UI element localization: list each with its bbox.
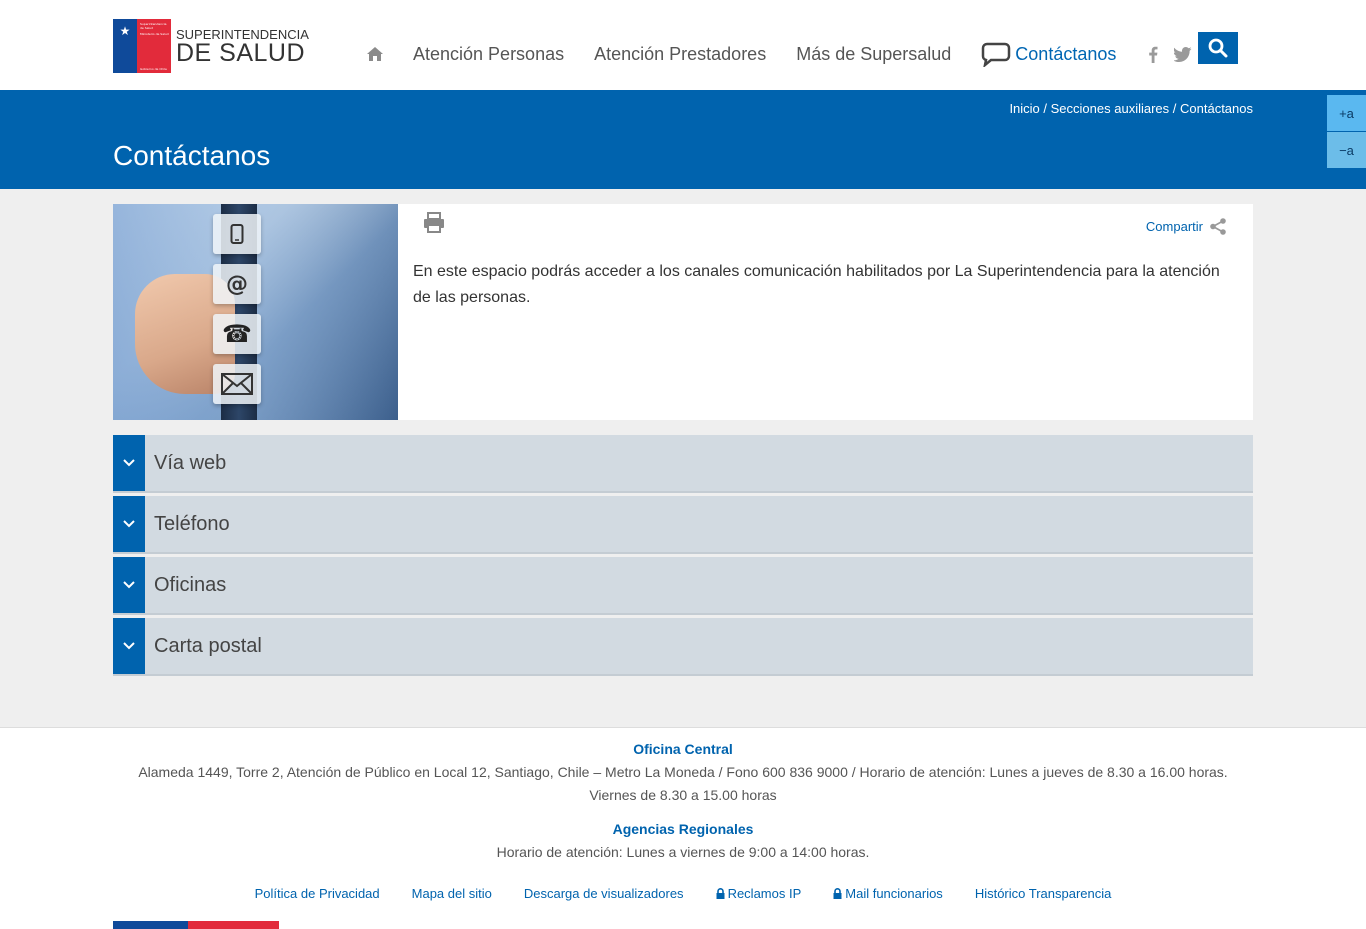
nav-atencion-prestadores[interactable]: Atención Prestadores xyxy=(594,44,766,65)
breadcrumb-current: Contáctanos xyxy=(1180,101,1253,116)
footer-link-sitemap[interactable]: Mapa del sitio xyxy=(412,886,492,901)
nav-atencion-personas[interactable]: Atención Personas xyxy=(413,44,564,65)
footer-regional-heading: Agencias Regionales xyxy=(612,821,754,837)
chevron-down-icon xyxy=(113,618,145,674)
logo-flag-text: de Salud xyxy=(140,26,154,30)
accordion-label: Oficinas xyxy=(154,573,227,596)
contact-channels-image: @ ☎ xyxy=(113,204,398,420)
twitter-icon[interactable] xyxy=(1174,45,1192,63)
facebook-icon[interactable] xyxy=(1144,45,1162,63)
gov-color-bar xyxy=(113,921,279,929)
site-logo[interactable]: ★ Superintendencia de Salud Ministerio d… xyxy=(113,19,318,73)
footer-link-viewers[interactable]: Descarga de visualizadores xyxy=(524,886,684,901)
chat-bubble-icon xyxy=(982,42,1011,67)
main-nav: Atención Personas Atención Prestadores M… xyxy=(365,36,1222,72)
chevron-down-icon xyxy=(113,496,145,552)
accordion-oficinas[interactable]: Oficinas xyxy=(113,557,1253,615)
intro-description: En este espacio podrás acceder a los can… xyxy=(413,263,1220,306)
footer-central-heading: Oficina Central xyxy=(633,741,733,757)
search-button[interactable] xyxy=(1198,32,1238,64)
footer-link-claims[interactable]: Reclamos IP xyxy=(716,886,802,901)
footer-regional-hours: Horario de atención: Lunes a viernes de … xyxy=(496,844,870,860)
search-icon xyxy=(1208,38,1228,58)
accordion-carta-postal[interactable]: Carta postal xyxy=(113,618,1253,676)
star-icon: ★ xyxy=(119,24,131,38)
breadcrumb-inicio[interactable]: Inicio xyxy=(1009,101,1039,116)
share-label: Compartir xyxy=(1145,219,1203,234)
intro-card: @ ☎ Compartir En este espacio podrás acc… xyxy=(113,204,1253,420)
font-size-controls: +a −a xyxy=(1327,95,1366,169)
footer-link-mail-label: Mail funcionarios xyxy=(845,886,943,901)
home-icon[interactable] xyxy=(365,44,385,64)
logo-text: SUPERINTENDENCIA DE SALUD xyxy=(176,28,309,67)
breadcrumb: Inicio / Secciones auxiliares / Contácta… xyxy=(1009,101,1253,116)
envelope-icon xyxy=(213,364,261,404)
font-increase-button[interactable]: +a xyxy=(1327,95,1366,131)
chevron-down-icon xyxy=(113,435,145,491)
breadcrumb-separator: / xyxy=(1039,101,1051,116)
accordion-telefono[interactable]: Teléfono xyxy=(113,496,1253,554)
footer-central-hours: Viernes de 8.30 a 15.00 horas xyxy=(589,787,777,803)
accordion-label: Teléfono xyxy=(154,512,230,535)
share-button[interactable]: Compartir xyxy=(1146,218,1227,235)
page-banner: Inicio / Secciones auxiliares / Contácta… xyxy=(0,90,1366,189)
footer-link-history[interactable]: Histórico Transparencia xyxy=(975,886,1112,901)
chevron-down-icon xyxy=(113,557,145,613)
accordion-via-web[interactable]: Vía web xyxy=(113,435,1253,493)
nav-mas-supersalud[interactable]: Más de Supersalud xyxy=(796,44,951,65)
breadcrumb-separator: / xyxy=(1169,101,1180,116)
site-header: ★ Superintendencia de Salud Ministerio d… xyxy=(0,0,1366,90)
share-icon xyxy=(1210,218,1226,235)
mobile-phone-icon xyxy=(213,214,261,254)
logo-flag-text: Gobierno de Chile xyxy=(140,67,167,71)
accordion-label: Carta postal xyxy=(154,634,262,657)
at-sign-icon: @ xyxy=(213,264,261,304)
nav-contactanos[interactable]: Contáctanos xyxy=(981,41,1116,67)
breadcrumb-secciones-auxiliares[interactable]: Secciones auxiliares xyxy=(1051,101,1170,116)
print-icon[interactable] xyxy=(423,212,447,234)
page-title: Contáctanos xyxy=(113,140,271,171)
footer-links: Política de Privacidad Mapa del sitio De… xyxy=(0,886,1366,901)
telephone-icon: ☎ xyxy=(213,314,261,354)
footer-link-mail[interactable]: Mail funcionarios xyxy=(833,886,943,901)
logo-line2: DE SALUD xyxy=(176,39,306,67)
logo-flag: ★ Superintendencia de Salud Ministerio d… xyxy=(113,19,171,73)
lock-icon xyxy=(716,888,725,899)
footer-central-address: Alameda 1449, Torre 2, Atención de Públi… xyxy=(138,764,1228,780)
nav-contactanos-label: Contáctanos xyxy=(1015,43,1117,64)
lock-icon xyxy=(833,888,842,899)
logo-flag-text: Ministerio de Salud xyxy=(140,32,169,36)
accordion-label: Vía web xyxy=(154,451,227,474)
footer-link-privacy[interactable]: Política de Privacidad xyxy=(255,886,380,901)
font-decrease-button[interactable]: −a xyxy=(1327,132,1366,168)
site-footer: Oficina Central Alameda 1449, Torre 2, A… xyxy=(0,727,1366,929)
footer-link-claims-label: Reclamos IP xyxy=(727,886,802,901)
